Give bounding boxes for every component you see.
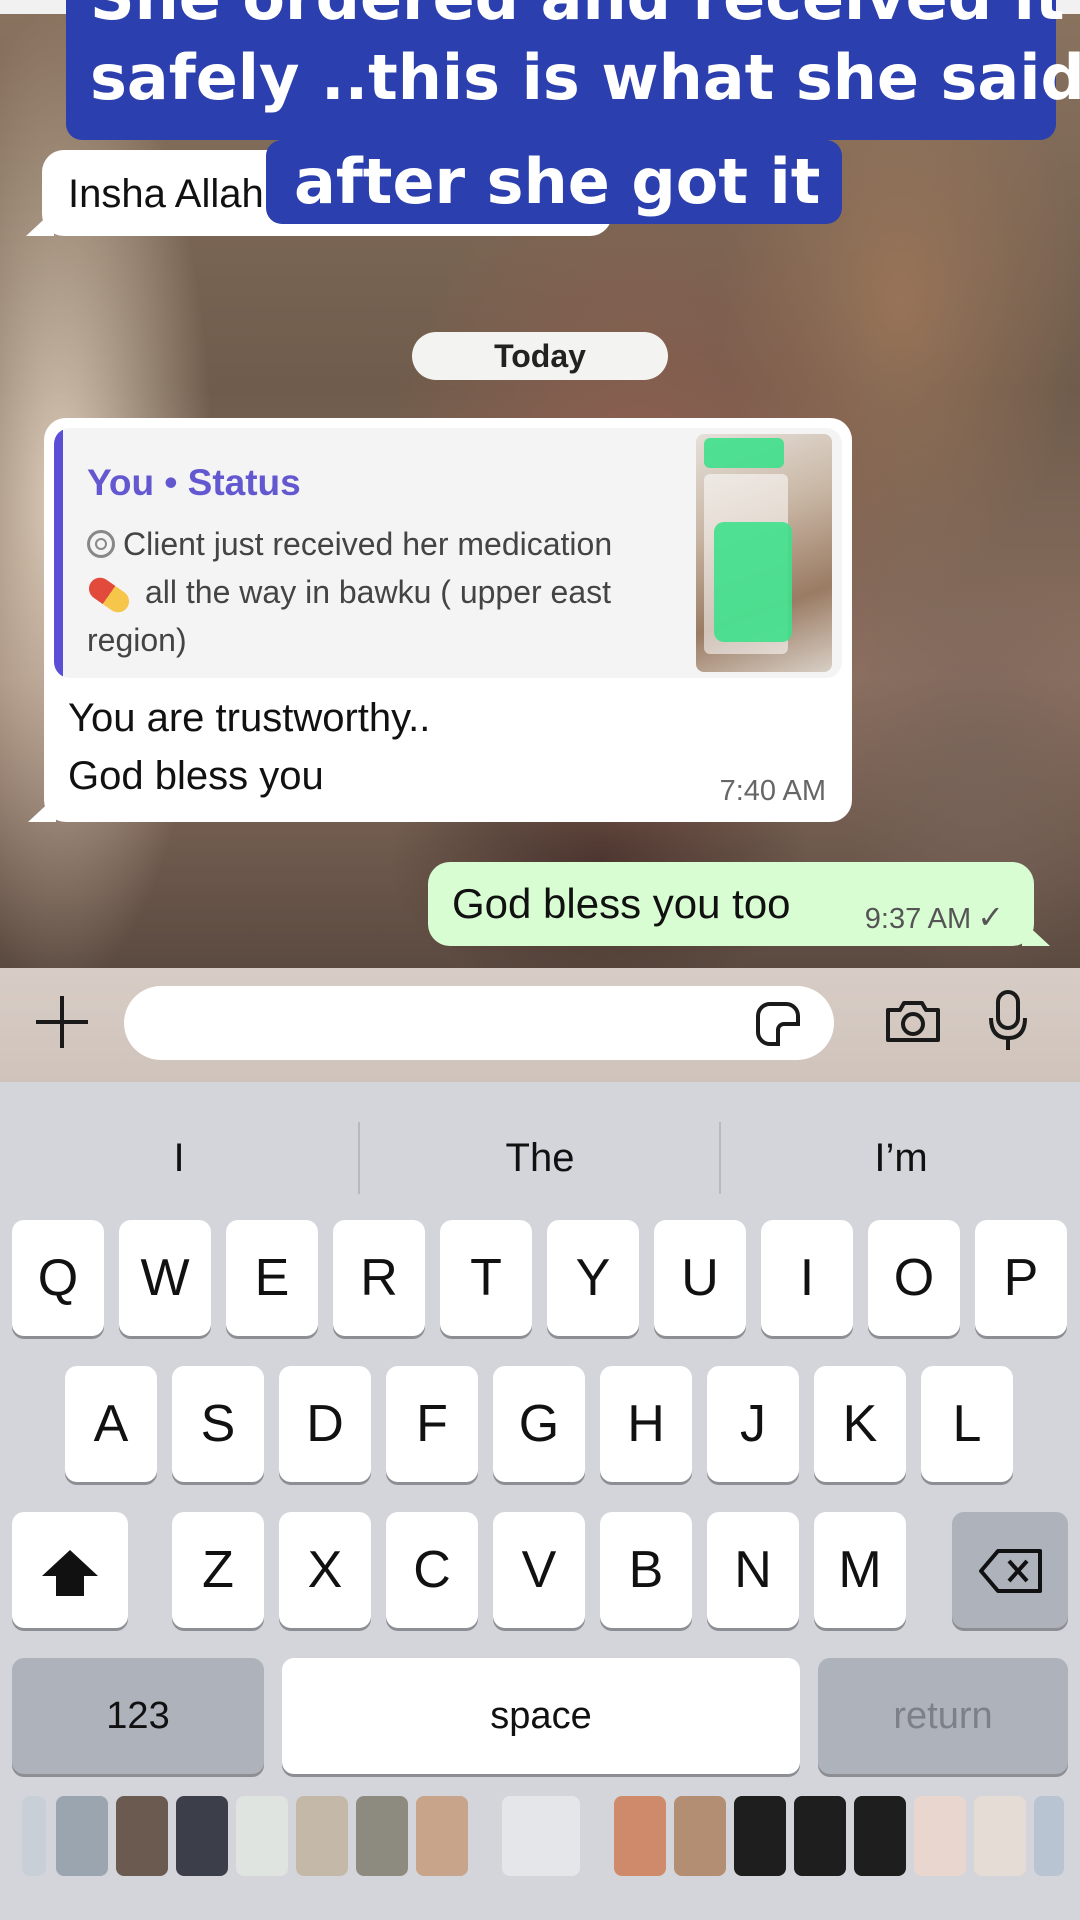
key-w[interactable]: W (119, 1220, 211, 1336)
caption-line: She ordered and received it (90, 0, 1065, 38)
quote-accent-bar (54, 428, 63, 678)
media-thumbnail[interactable] (296, 1796, 348, 1876)
key-p[interactable]: P (975, 1220, 1067, 1336)
quote-author: You • Status (87, 462, 301, 503)
caption-line: safely ..this is what she said (90, 41, 1080, 114)
key-m[interactable]: M (814, 1512, 906, 1628)
message-text: God bless you (68, 754, 324, 798)
key-o[interactable]: O (868, 1220, 960, 1336)
plus-icon[interactable] (34, 994, 90, 1050)
key-d[interactable]: D (279, 1366, 371, 1482)
bubble-tail (26, 210, 54, 236)
backspace-key[interactable] (952, 1512, 1068, 1628)
microphone-icon[interactable] (988, 990, 1028, 1052)
camera-icon[interactable] (884, 998, 942, 1044)
key-j[interactable]: J (707, 1366, 799, 1482)
bubble-tail (28, 796, 56, 822)
media-thumbnail[interactable] (914, 1796, 966, 1876)
media-thumbnail[interactable] (854, 1796, 906, 1876)
key-c[interactable]: C (386, 1512, 478, 1628)
key-b[interactable]: B (600, 1512, 692, 1628)
suggestion-2[interactable]: The (361, 1122, 719, 1194)
time-text: 9:37 AM (864, 903, 972, 935)
key-y[interactable]: Y (547, 1220, 639, 1336)
media-thumbnail[interactable] (236, 1796, 288, 1876)
suggestion-3[interactable]: I’m (722, 1122, 1080, 1194)
backspace-icon (979, 1549, 1042, 1593)
key-a[interactable]: A (65, 1366, 157, 1482)
media-thumbnail[interactable] (974, 1796, 1026, 1876)
chat-background: Insha Allah She ordered and received it … (0, 0, 1080, 968)
suggestion-divider (358, 1122, 360, 1194)
message-text: You are trustworthy.. (68, 696, 431, 740)
media-thumbnail[interactable] (56, 1796, 108, 1876)
key-t[interactable]: T (440, 1220, 532, 1336)
message-bubble-incoming[interactable]: You • Status Client just received her me… (28, 418, 852, 822)
key-f[interactable]: F (386, 1366, 478, 1482)
media-thumbnail[interactable] (794, 1796, 846, 1876)
media-thumbnail[interactable] (356, 1796, 408, 1876)
message-text: Insha Allah (68, 172, 264, 216)
numbers-key[interactable]: 123 (12, 1658, 264, 1774)
message-time: 9:37 AM ✓ (865, 898, 1004, 936)
sent-check-icon: ✓ (977, 899, 1004, 935)
space-key[interactable]: space (282, 1658, 800, 1774)
media-thumbnail[interactable] (416, 1796, 468, 1876)
sticker-icon[interactable] (756, 1002, 800, 1046)
suggestion-divider (719, 1122, 721, 1194)
quote-line: all the way in bawku ( upper east (145, 574, 612, 610)
media-thumbnail[interactable] (614, 1796, 666, 1876)
key-n[interactable]: N (707, 1512, 799, 1628)
overlay-caption-line: after she got it (266, 140, 842, 224)
key-r[interactable]: R (333, 1220, 425, 1336)
key-i[interactable]: I (761, 1220, 853, 1336)
media-thumbnail[interactable] (116, 1796, 168, 1876)
keyboard: I The I’m Q W E R T Y U I O P A S D F G … (0, 1082, 1080, 1920)
pill-emoji-icon (84, 572, 134, 617)
media-thumbnail[interactable] (502, 1796, 580, 1876)
redaction-scribble (704, 438, 784, 468)
key-v[interactable]: V (493, 1512, 585, 1628)
bubble-tail (1022, 920, 1050, 946)
message-time: 7:40 AM (719, 775, 826, 807)
status-thumbnail (696, 434, 832, 672)
message-input-bar (0, 968, 1080, 1082)
status-icon (87, 530, 115, 558)
key-q[interactable]: Q (12, 1220, 104, 1336)
quote-text: Client just received her medication all … (84, 520, 667, 664)
quote-line: Client just received her medication (123, 526, 613, 562)
date-separator: Today (412, 332, 668, 380)
key-g[interactable]: G (493, 1366, 585, 1482)
key-l[interactable]: L (921, 1366, 1013, 1482)
media-thumbnail[interactable] (1034, 1796, 1064, 1876)
media-thumbnail[interactable] (22, 1796, 46, 1876)
return-key[interactable]: return (818, 1658, 1068, 1774)
shift-key[interactable] (12, 1512, 128, 1628)
overlay-caption: She ordered and received it safely ..thi… (66, 0, 1080, 140)
suggestion-1[interactable]: I (0, 1122, 358, 1194)
media-thumbnail[interactable] (674, 1796, 726, 1876)
key-e[interactable]: E (226, 1220, 318, 1336)
key-x[interactable]: X (279, 1512, 371, 1628)
message-input[interactable] (124, 986, 834, 1060)
media-thumbnail[interactable] (176, 1796, 228, 1876)
message-bubble-outgoing[interactable]: God bless you too 9:37 AM ✓ (428, 862, 1050, 946)
key-k[interactable]: K (814, 1366, 906, 1482)
redaction-scribble (714, 522, 792, 642)
quote-line: region) (87, 622, 187, 658)
shift-arrow-icon (42, 1550, 98, 1596)
key-s[interactable]: S (172, 1366, 264, 1482)
media-suggestion-strip[interactable] (0, 1796, 1080, 1886)
media-thumbnail[interactable] (734, 1796, 786, 1876)
message-text: God bless you too (452, 880, 791, 927)
key-h[interactable]: H (600, 1366, 692, 1482)
key-u[interactable]: U (654, 1220, 746, 1336)
quoted-status[interactable]: You • Status Client just received her me… (54, 428, 842, 678)
key-z[interactable]: Z (172, 1512, 264, 1628)
